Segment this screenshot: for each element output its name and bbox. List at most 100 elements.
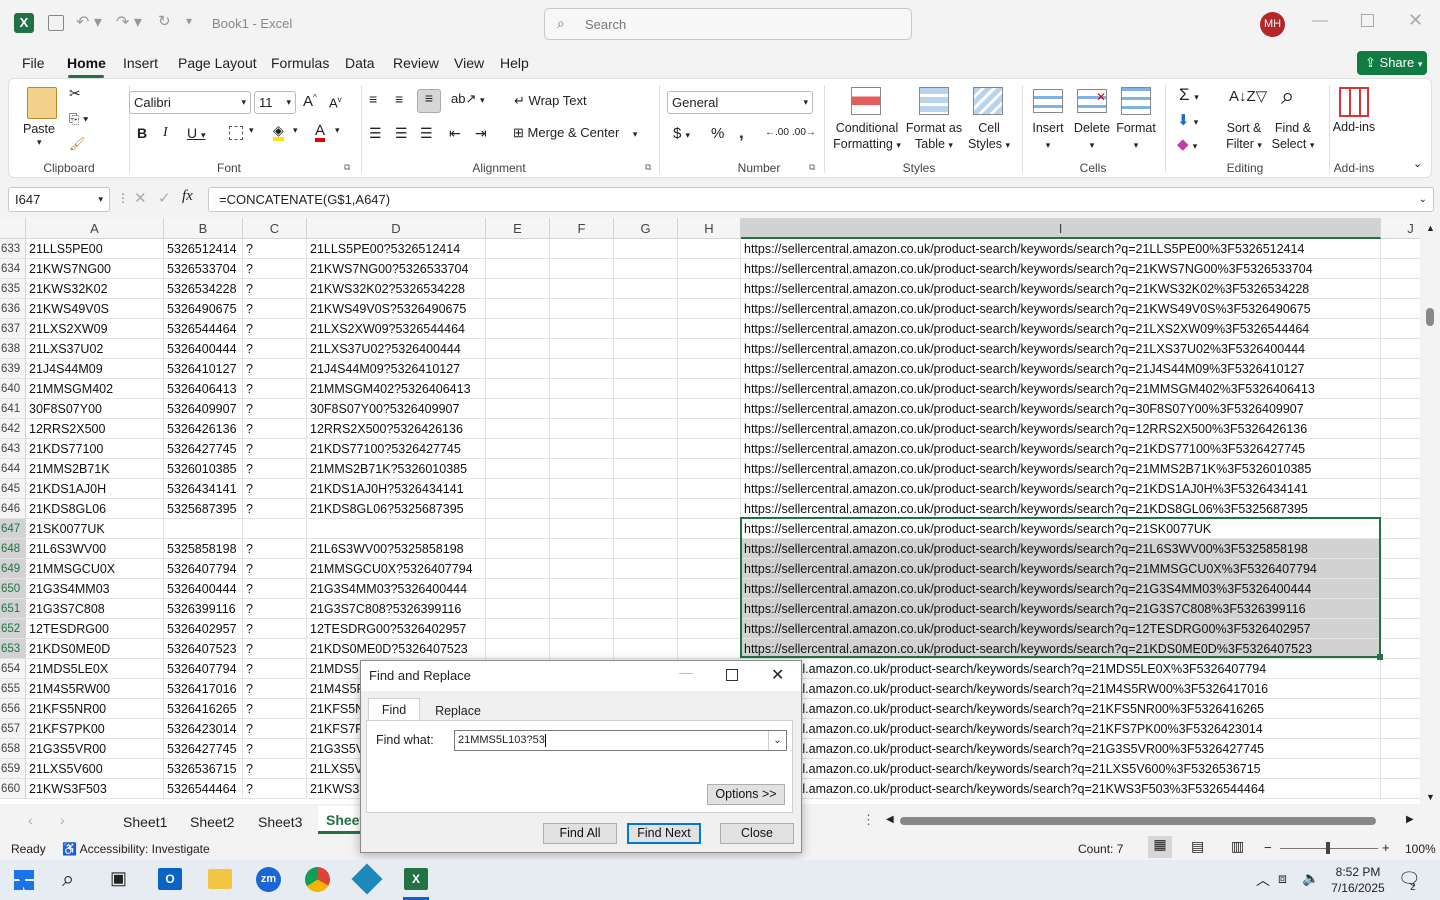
cell-g[interactable] <box>614 599 678 619</box>
cell-j[interactable] <box>1381 759 1420 779</box>
cell-a[interactable]: 21MMSGCU0X <box>26 559 164 579</box>
cell-b[interactable]: 5326512414 <box>164 239 243 259</box>
cell-h[interactable] <box>678 639 741 659</box>
cell-b[interactable]: 5326426136 <box>164 419 243 439</box>
cell-a[interactable]: 30F8S07Y00 <box>26 399 164 419</box>
cell-g[interactable] <box>614 439 678 459</box>
cell-i[interactable]: ellercentral.amazon.co.uk/product-search… <box>741 659 1381 679</box>
cell-a[interactable]: 21J4S44M09 <box>26 359 164 379</box>
cell-c[interactable]: ? <box>243 759 307 779</box>
cell-b[interactable]: 5326407794 <box>164 559 243 579</box>
cell-a[interactable]: 21KWS3F503 <box>26 779 164 799</box>
cell-i[interactable]: ellercentral.amazon.co.uk/product-search… <box>741 679 1381 699</box>
cell-b[interactable]: 5326399116 <box>164 599 243 619</box>
cell-j[interactable] <box>1381 339 1420 359</box>
cut-icon[interactable]: ✂ <box>69 85 81 102</box>
cell-h[interactable] <box>678 299 741 319</box>
cell-i[interactable]: ellercentral.amazon.co.uk/product-search… <box>741 779 1381 799</box>
cell-h[interactable] <box>678 579 741 599</box>
zoom-level[interactable]: 100% <box>1405 842 1436 856</box>
cell-b[interactable]: 5326427745 <box>164 439 243 459</box>
cell-f[interactable] <box>550 339 614 359</box>
cell-g[interactable] <box>614 639 678 659</box>
cell-b[interactable]: 5326536715 <box>164 759 243 779</box>
cell-b[interactable]: 5326534228 <box>164 279 243 299</box>
maximize-icon[interactable] <box>1361 14 1374 27</box>
cell-j[interactable] <box>1381 379 1420 399</box>
find-select-icon[interactable]: ⌕ <box>1281 83 1294 111</box>
cell-e[interactable] <box>486 579 550 599</box>
cell-b[interactable]: 5325687395 <box>164 499 243 519</box>
normal-view-icon[interactable]: ▦ <box>1148 836 1172 858</box>
fill-color-icon[interactable]: ◈ <box>273 123 284 141</box>
increase-indent-icon[interactable]: ⇥ <box>475 125 487 142</box>
volume-icon[interactable]: 🔈 <box>1302 870 1319 887</box>
file-explorer-icon[interactable] <box>208 869 232 889</box>
row-header[interactable]: 634 <box>0 259 26 279</box>
cell-i[interactable]: https://sellercentral.amazon.co.uk/produ… <box>741 419 1381 439</box>
cell-g[interactable] <box>614 419 678 439</box>
cell-e[interactable] <box>486 619 550 639</box>
cancel-edit-icon[interactable]: ✕ <box>134 189 147 207</box>
find-all-button[interactable]: Find All <box>543 823 617 844</box>
cell-g[interactable] <box>614 619 678 639</box>
row-header[interactable]: 636 <box>0 299 26 319</box>
cell-b[interactable]: 5326417016 <box>164 679 243 699</box>
cell-a[interactable]: 21LLS5PE00 <box>26 239 164 259</box>
chrome-icon[interactable] <box>305 867 330 892</box>
cell-e[interactable] <box>486 359 550 379</box>
close-window-icon[interactable]: ✕ <box>1408 10 1423 31</box>
cell-c[interactable]: ? <box>243 439 307 459</box>
cell-j[interactable] <box>1381 279 1420 299</box>
scroll-down-icon[interactable]: ▼ <box>1426 792 1435 802</box>
fill-icon[interactable]: ⬇ ▾ <box>1177 111 1198 129</box>
cell-c[interactable]: ? <box>243 699 307 719</box>
cell-i[interactable]: https://sellercentral.amazon.co.uk/produ… <box>741 399 1381 419</box>
row-header[interactable]: 653 <box>0 639 26 659</box>
cell-i[interactable]: https://sellercentral.amazon.co.uk/produ… <box>741 259 1381 279</box>
formula-input[interactable]: =CONCATENATE(G$1,A647) ⌄ <box>208 187 1434 212</box>
cell-d[interactable]: 21KDS8GL06?5325687395 <box>307 499 486 519</box>
borders-icon[interactable] <box>229 126 243 140</box>
insert-function-icon[interactable]: fx <box>182 188 193 205</box>
cell-j[interactable] <box>1381 619 1420 639</box>
cell-j[interactable] <box>1381 579 1420 599</box>
cell-b[interactable]: 5326544464 <box>164 779 243 799</box>
cell-c[interactable]: ? <box>243 639 307 659</box>
next-sheet-icon[interactable]: › <box>60 812 65 828</box>
format-as-table-icon[interactable] <box>919 87 949 115</box>
cell-i[interactable]: ellercentral.amazon.co.uk/product-search… <box>741 759 1381 779</box>
cell-h[interactable] <box>678 539 741 559</box>
scroll-left-icon[interactable]: ◀ <box>886 814 894 825</box>
cell-j[interactable] <box>1381 419 1420 439</box>
cell-h[interactable] <box>678 479 741 499</box>
cell-d[interactable]: 12TESDRG00?5326402957 <box>307 619 486 639</box>
cell-g[interactable] <box>614 399 678 419</box>
cell-d[interactable]: 21MMSGM402?5326406413 <box>307 379 486 399</box>
vertical-scroll-thumb[interactable] <box>1426 308 1434 326</box>
cell-i[interactable]: https://sellercentral.amazon.co.uk/produ… <box>741 279 1381 299</box>
cell-b[interactable]: 5326427745 <box>164 739 243 759</box>
cell-d[interactable]: 21G3S7C808?5326399116 <box>307 599 486 619</box>
cell-g[interactable] <box>614 379 678 399</box>
increase-font-icon[interactable]: A^ <box>303 93 317 110</box>
cell-g[interactable] <box>614 459 678 479</box>
number-launcher-icon[interactable]: ⧉ <box>809 162 815 173</box>
italic-icon[interactable]: I <box>163 125 168 141</box>
collapse-ribbon-icon[interactable]: ⌄ <box>1413 157 1422 170</box>
format-as-table-button[interactable]: Format as Table ▾ <box>899 120 969 153</box>
name-box[interactable]: I647 ▾ <box>8 187 110 212</box>
cell-i[interactable]: https://sellercentral.amazon.co.uk/produ… <box>741 339 1381 359</box>
row-header[interactable]: 644 <box>0 459 26 479</box>
cell-f[interactable] <box>550 499 614 519</box>
column-header-g[interactable]: G <box>614 218 678 239</box>
tab-home[interactable]: Home <box>67 55 106 71</box>
cell-b[interactable]: 5326410127 <box>164 359 243 379</box>
row-header[interactable]: 639 <box>0 359 26 379</box>
cell-h[interactable] <box>678 599 741 619</box>
cell-j[interactable] <box>1381 239 1420 259</box>
cell-f[interactable] <box>550 319 614 339</box>
fill-dropdown-icon[interactable]: ▾ <box>293 125 298 136</box>
orientation-icon[interactable]: ab↗ ▾ <box>451 91 485 107</box>
accessibility-status[interactable]: ♿ Accessibility: Investigate <box>62 842 210 856</box>
